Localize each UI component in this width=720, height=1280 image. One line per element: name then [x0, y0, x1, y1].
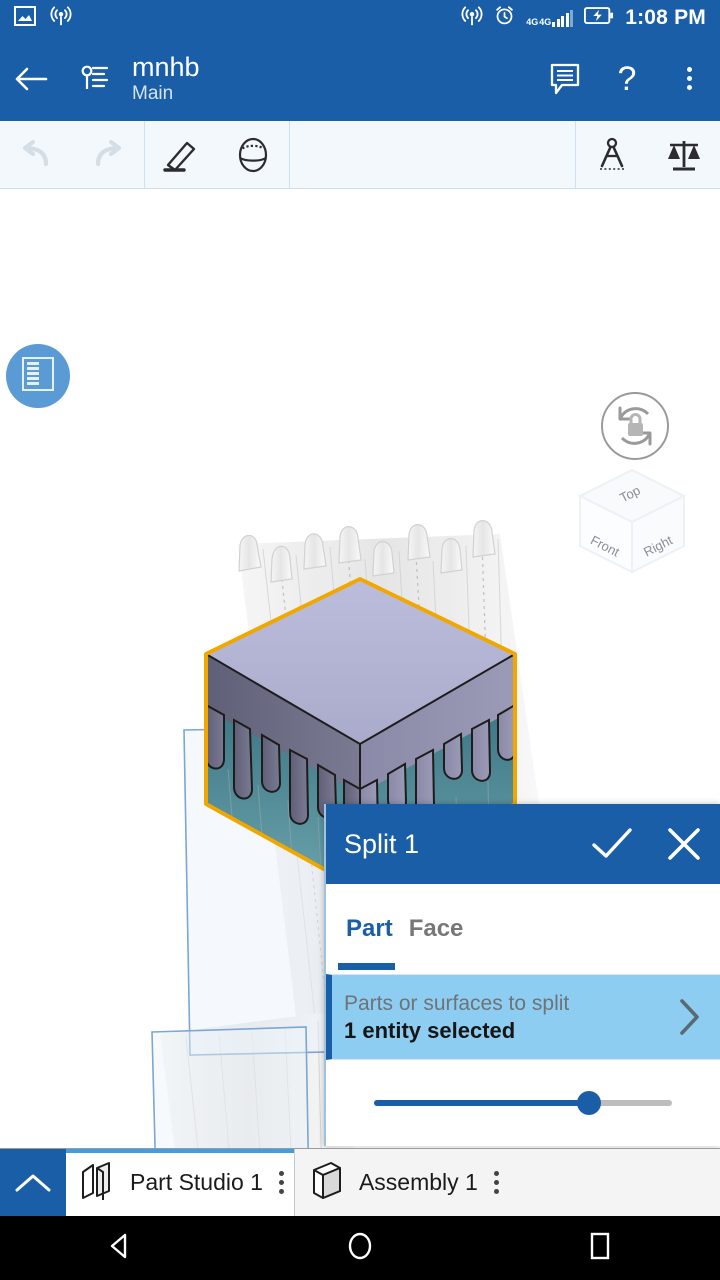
measure-icon[interactable]: [576, 121, 648, 189]
rotation-lock-button[interactable]: [599, 390, 671, 462]
sketch-icon[interactable]: [145, 121, 217, 189]
tab-face-label: Face: [408, 915, 464, 942]
undo-button[interactable]: [0, 121, 72, 189]
dialog-header: Split 1: [326, 804, 720, 884]
document-tab-bar: Part Studio 1 Assembly 1: [0, 1148, 720, 1216]
overflow-menu-icon[interactable]: [658, 36, 720, 121]
history-group: [0, 121, 145, 188]
alarm-icon: [494, 5, 515, 31]
android-nav-bar: [0, 1216, 720, 1280]
accept-button[interactable]: [576, 804, 648, 884]
parts-to-split-texts: Parts or surfaces to split 1 entity sele…: [344, 991, 569, 1044]
status-bar-clock: 1:08 PM: [625, 6, 706, 29]
feature-list-button[interactable]: [6, 344, 70, 408]
tab-assembly-1[interactable]: Assembly 1: [295, 1149, 509, 1216]
back-button[interactable]: [0, 36, 62, 121]
chevron-right-icon[interactable]: [658, 997, 720, 1037]
status-bar-right-icons: 4G 4G 1:08 PM: [461, 5, 720, 32]
battery-charging-icon: [584, 7, 614, 29]
svg-text:?: ?: [618, 61, 637, 97]
app-bar-actions: ?: [534, 36, 720, 121]
shaded-view-icon[interactable]: [217, 121, 289, 189]
collapse-tabs-button[interactable]: [0, 1149, 66, 1216]
redo-button[interactable]: [72, 121, 144, 189]
parts-to-split-row[interactable]: Parts or surfaces to split 1 entity sele…: [326, 974, 720, 1060]
feature-list-icon: [21, 356, 55, 397]
screenshot-icon: [14, 5, 36, 31]
sketch-plane-lower: [151, 1026, 310, 1159]
dialog-title: Split 1: [344, 828, 420, 859]
slider-track[interactable]: [374, 1091, 672, 1115]
nav-recents-icon[interactable]: [583, 1229, 617, 1268]
view-cube[interactable]: Top Front Right: [572, 464, 692, 579]
status-bar-left-icons: [0, 5, 72, 32]
status-bar: 4G 4G 1:08 PM: [0, 0, 720, 36]
dialog-slider[interactable]: [326, 1060, 720, 1146]
create-group: [145, 121, 290, 188]
device-screen: 4G 4G 1:08 PM mnhb Main ? Top Front Righ…: [0, 0, 720, 1280]
hotspot-icon: [50, 5, 72, 32]
dialog-tabs: Part Face: [326, 884, 720, 974]
dialog-actions: [576, 804, 720, 884]
tab-part-studio-1-menu[interactable]: [278, 1171, 284, 1194]
cast-icon: [461, 5, 483, 32]
tab-part[interactable]: Part: [338, 884, 401, 974]
tab-part-studio-1-label: Part Studio 1: [130, 1169, 263, 1195]
network-label-2: 4G: [539, 16, 552, 27]
signal-bars: [552, 9, 574, 27]
slider-fill: [374, 1100, 589, 1106]
part-studio-icon: [80, 1160, 116, 1205]
comments-icon[interactable]: [534, 36, 596, 121]
toolbar-spacer: [290, 121, 576, 188]
app-bar: mnhb Main ?: [0, 36, 720, 121]
tab-part-studio-1[interactable]: Part Studio 1: [66, 1149, 294, 1216]
tab-part-label: Part: [346, 915, 393, 942]
branch-icon[interactable]: [62, 36, 124, 121]
feature-toolbar: [0, 121, 720, 189]
workspace-name: Main: [132, 82, 174, 104]
network-label-1: 4G: [526, 16, 539, 27]
nav-back-icon[interactable]: [103, 1229, 137, 1268]
tab-face[interactable]: Face: [401, 884, 472, 974]
document-title-block[interactable]: mnhb Main: [132, 52, 200, 106]
parts-to-split-value: 1 entity selected: [344, 1017, 516, 1043]
tab-assembly-1-menu[interactable]: [493, 1171, 499, 1194]
inspect-group: [576, 121, 720, 188]
slider-knob[interactable]: [576, 1091, 601, 1115]
mass-properties-icon[interactable]: [648, 121, 720, 189]
nav-home-icon[interactable]: [343, 1229, 377, 1268]
parts-to-split-label: Parts or surfaces to split: [344, 991, 570, 1015]
chevron-up-icon: [15, 1174, 51, 1191]
split-dialog: Split 1 Part Face Parts or surfaces to s…: [324, 804, 720, 1146]
help-icon[interactable]: ?: [596, 36, 658, 121]
page-title: mnhb: [132, 51, 200, 82]
assembly-icon: [309, 1160, 345, 1205]
signal-4g-icon: 4G 4G: [526, 9, 574, 27]
cancel-button[interactable]: [648, 804, 720, 884]
tab-assembly-1-label: Assembly 1: [358, 1169, 478, 1195]
